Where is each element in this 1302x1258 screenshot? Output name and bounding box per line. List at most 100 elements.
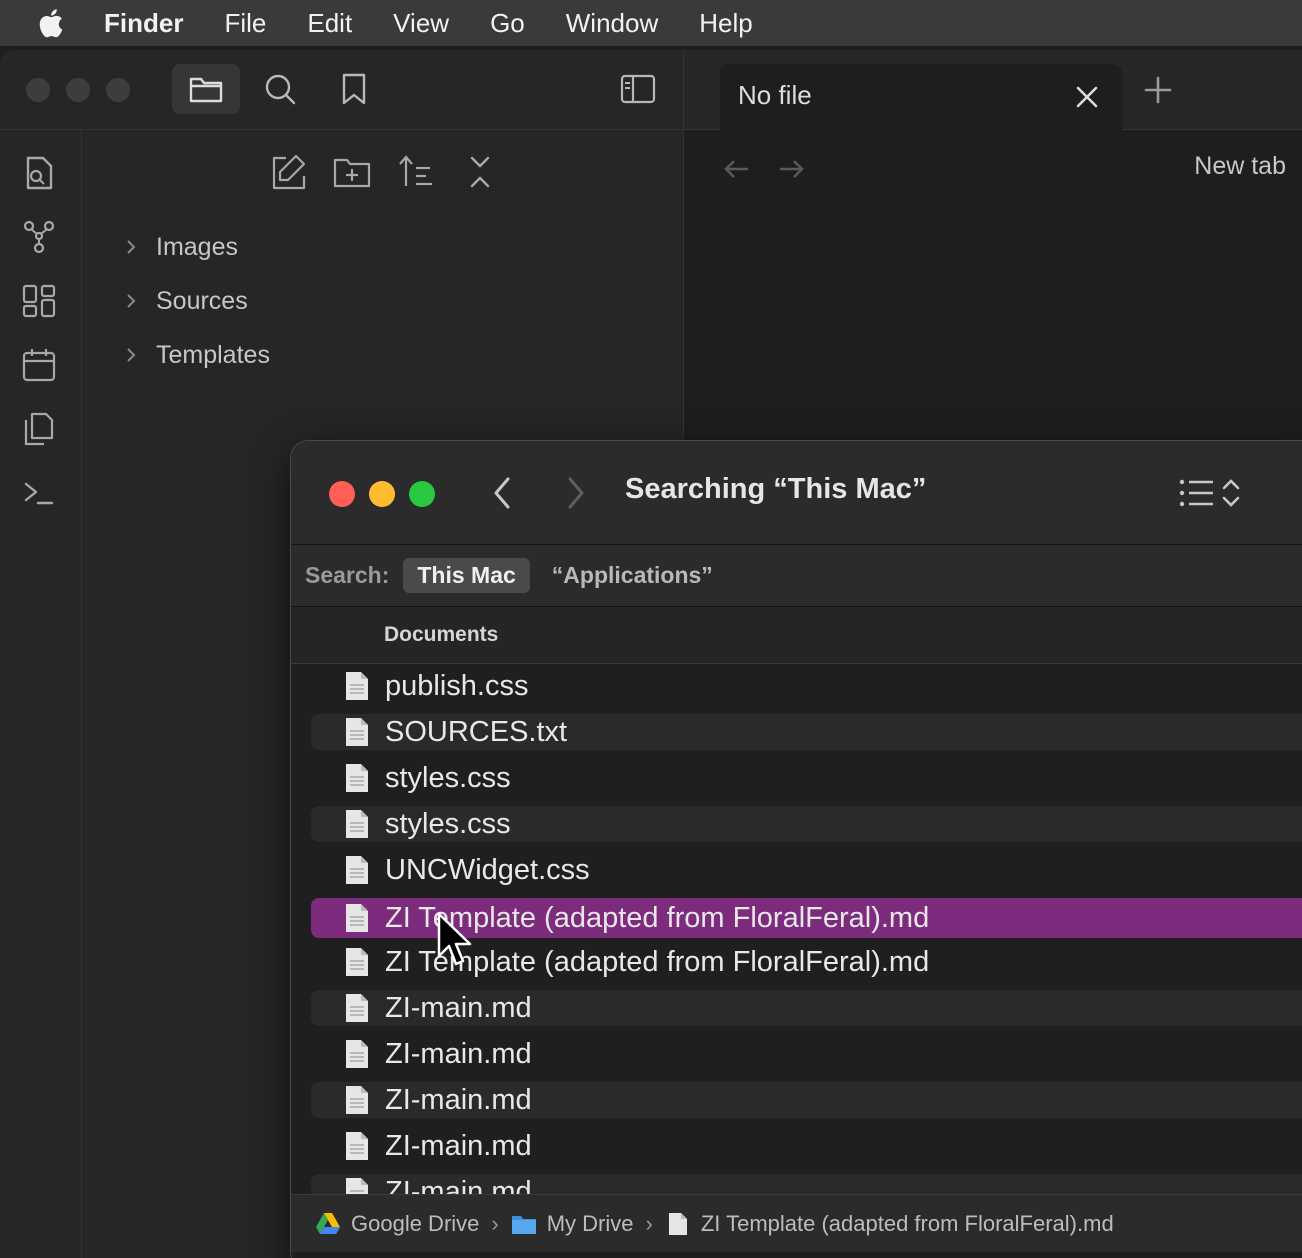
- chevron-right-icon: [127, 294, 136, 308]
- file-name: SOURCES.txt: [385, 715, 568, 748]
- file-row[interactable]: publish.css: [311, 668, 1302, 704]
- document-icon: [346, 672, 368, 700]
- document-icon: [346, 904, 368, 932]
- back-arrow-icon[interactable]: [720, 152, 754, 186]
- menu-help[interactable]: Help: [699, 8, 752, 39]
- column-header: Documents: [291, 607, 1302, 664]
- path-my-drive[interactable]: My Drive: [547, 1211, 634, 1237]
- folder-sources[interactable]: Sources: [120, 281, 248, 321]
- finder-window: Searching “This Mac” Search: This Mac “A…: [290, 440, 1302, 1258]
- view-options-chevron-icon[interactable]: [1219, 473, 1243, 513]
- scope-this-mac[interactable]: This Mac: [403, 558, 530, 593]
- minimize-button[interactable]: [369, 481, 395, 507]
- menu-app-name[interactable]: Finder: [104, 8, 183, 39]
- file-name: styles.css: [385, 807, 511, 840]
- sidebar-toggle-icon: [620, 74, 656, 104]
- menu-go[interactable]: Go: [490, 8, 525, 39]
- file-row[interactable]: ZI-main.md: [311, 990, 1302, 1026]
- menu-window[interactable]: Window: [566, 8, 658, 39]
- document-icon: [346, 948, 368, 976]
- open-quick-switcher-icon[interactable]: [20, 154, 58, 192]
- forward-chevron-icon[interactable]: [555, 473, 595, 513]
- folder-label: Templates: [156, 340, 270, 369]
- view-header-title: New tab: [1194, 152, 1286, 180]
- folder-images[interactable]: Images: [120, 227, 238, 267]
- document-icon: [346, 1132, 368, 1160]
- document-icon: [346, 1178, 368, 1194]
- blue-folder-icon: [511, 1215, 536, 1234]
- finder-window-title: Searching “This Mac”: [625, 473, 927, 505]
- close-button[interactable]: [329, 481, 355, 507]
- tab-no-file[interactable]: No file: [720, 64, 1122, 130]
- document-icon: [346, 718, 368, 746]
- apple-logo-icon[interactable]: [36, 6, 64, 40]
- path-bar: Google Drive › My Drive › ZI Template (a…: [291, 1194, 1302, 1252]
- new-note-icon[interactable]: [268, 152, 308, 192]
- document-icon: [346, 856, 368, 884]
- search-scope-label: Search:: [305, 562, 390, 588]
- documents-group-header[interactable]: Documents: [384, 623, 498, 647]
- folder-icon: [189, 77, 223, 103]
- menu-view[interactable]: View: [393, 8, 449, 39]
- forward-arrow-icon[interactable]: [774, 152, 808, 186]
- file-row[interactable]: ZI-main.md: [311, 1128, 1302, 1164]
- file-row[interactable]: styles.css: [311, 806, 1302, 842]
- calendar-icon[interactable]: [20, 346, 58, 384]
- list-view-icon[interactable]: [1177, 473, 1217, 513]
- menu-bar: Finder File Edit View Go Window Help: [0, 0, 1302, 46]
- finder-titlebar: Searching “This Mac”: [291, 441, 1302, 545]
- file-explorer-button[interactable]: [172, 64, 240, 114]
- terminal-icon[interactable]: [20, 474, 58, 512]
- folder-label: Images: [156, 232, 238, 261]
- file-name: ZI-main.md: [385, 991, 532, 1024]
- path-file[interactable]: ZI Template (adapted from FloralFeral).m…: [701, 1211, 1114, 1237]
- file-name: ZI-main.md: [385, 1129, 532, 1162]
- minimize-button-inactive[interactable]: [66, 78, 90, 102]
- collapse-all-icon[interactable]: [460, 152, 500, 192]
- file-row[interactable]: ZI-main.md: [311, 1036, 1302, 1072]
- back-chevron-icon[interactable]: [483, 473, 523, 513]
- close-tab-icon[interactable]: [1072, 82, 1102, 112]
- bookmarks-button[interactable]: [320, 64, 388, 114]
- graph-view-icon[interactable]: [20, 218, 58, 256]
- menu-file[interactable]: File: [224, 8, 266, 39]
- document-icon: [346, 1040, 368, 1068]
- path-separator: ›: [645, 1210, 653, 1236]
- folder-label: Sources: [156, 286, 248, 315]
- file-name: publish.css: [385, 669, 529, 702]
- close-button-inactive[interactable]: [26, 78, 50, 102]
- canvas-icon[interactable]: [20, 282, 58, 320]
- zoom-button[interactable]: [409, 481, 435, 507]
- document-icon: [668, 1212, 687, 1235]
- scope-applications[interactable]: “Applications”: [538, 558, 727, 593]
- file-row[interactable]: UNCWidget.css: [311, 852, 1302, 888]
- file-name: styles.css: [385, 761, 511, 794]
- chevron-right-icon: [127, 240, 136, 254]
- path-separator: ›: [491, 1210, 499, 1236]
- file-name: ZI-main.md: [385, 1083, 532, 1116]
- obsidian-titlebar: No file: [0, 50, 1302, 130]
- folder-templates[interactable]: Templates: [120, 335, 270, 375]
- search-button[interactable]: [246, 64, 314, 114]
- new-folder-icon[interactable]: [332, 152, 372, 192]
- tab-title: No file: [738, 80, 812, 110]
- file-row[interactable]: SOURCES.txt: [311, 714, 1302, 750]
- tabbar-divider: [683, 50, 684, 130]
- search-icon: [265, 74, 296, 105]
- file-row[interactable]: styles.css: [311, 760, 1302, 796]
- search-scope-bar: Search: This Mac “Applications”: [291, 545, 1302, 607]
- new-tab-plus-icon[interactable]: [1140, 72, 1176, 108]
- file-row[interactable]: ZI-main.md: [311, 1174, 1302, 1194]
- document-icon: [346, 810, 368, 838]
- chevron-right-icon: [127, 348, 136, 362]
- zoom-button-inactive[interactable]: [106, 78, 130, 102]
- toggle-sidebar-button[interactable]: [604, 64, 672, 114]
- google-drive-icon: [316, 1212, 340, 1234]
- sort-icon[interactable]: [396, 152, 436, 192]
- path-google-drive[interactable]: Google Drive: [351, 1211, 479, 1237]
- file-name: ZI-main.md: [385, 1175, 532, 1195]
- templates-copy-icon[interactable]: [20, 410, 58, 448]
- menu-edit[interactable]: Edit: [307, 8, 352, 39]
- file-row[interactable]: ZI-main.md: [311, 1082, 1302, 1118]
- left-ribbon: [0, 130, 82, 1258]
